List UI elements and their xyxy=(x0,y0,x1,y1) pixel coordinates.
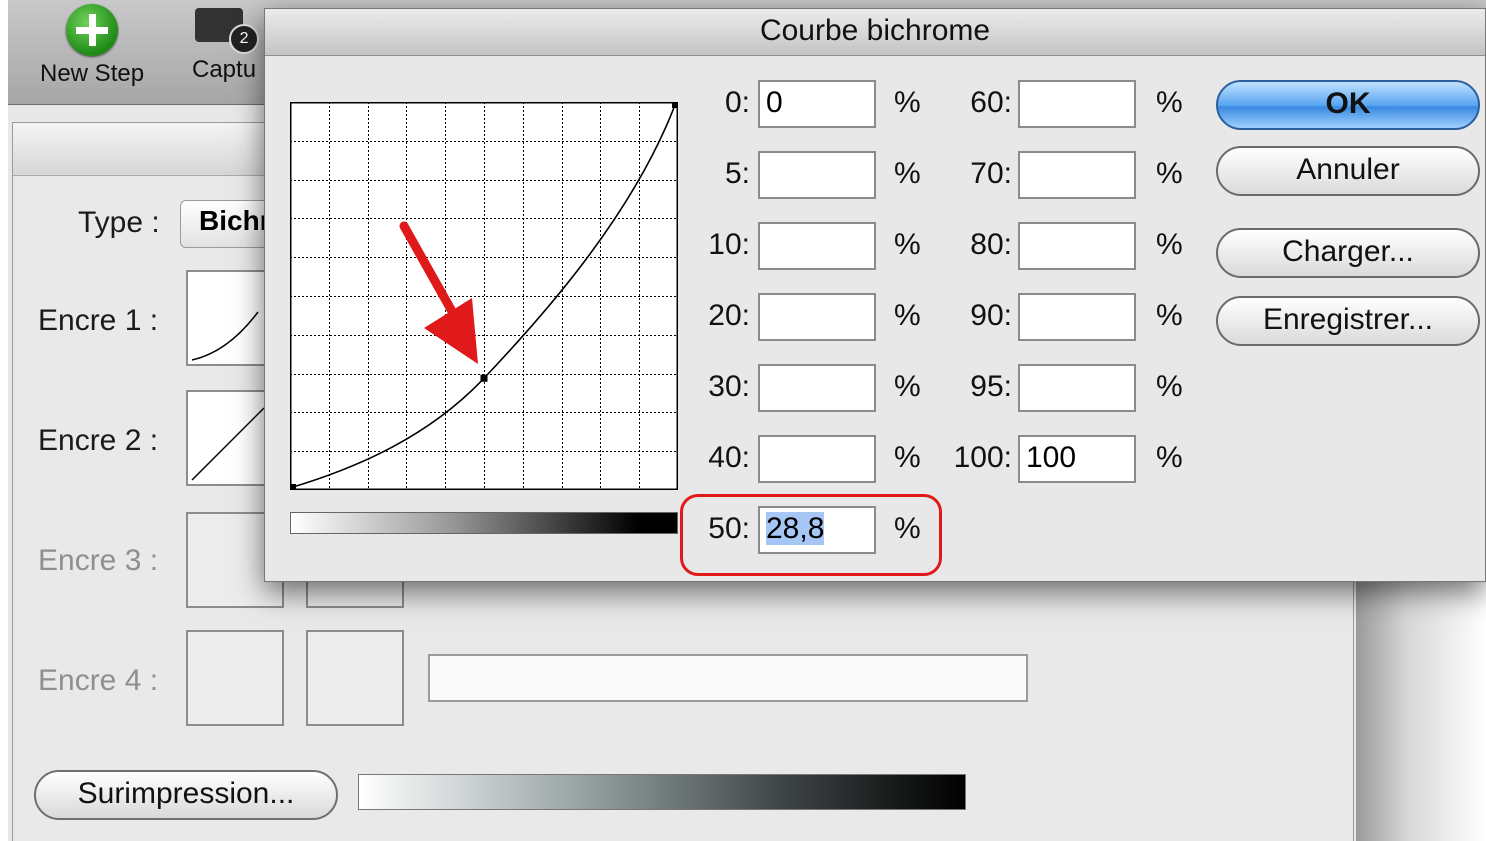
right-label-4: 95: xyxy=(970,370,1012,403)
left-label-1: 5: xyxy=(724,157,750,190)
left-field-5[interactable] xyxy=(758,435,876,483)
right-percent-1: % xyxy=(1156,157,1183,190)
right-percent-4: % xyxy=(1156,370,1183,403)
right-label-0: 60: xyxy=(970,86,1012,119)
curve-start-point[interactable] xyxy=(290,484,296,490)
left-label-3: 20: xyxy=(708,299,750,332)
ok-button[interactable]: OK xyxy=(1216,80,1480,130)
right-label-1: 70: xyxy=(970,157,1012,190)
left-label-4: 30: xyxy=(708,370,750,403)
left-percent-2: % xyxy=(894,228,921,261)
ink-4-color-box[interactable] xyxy=(306,630,404,726)
cancel-button[interactable]: Annuler xyxy=(1216,146,1480,196)
highlight-annotation xyxy=(680,494,942,576)
ink-1-label: Encre 1 : xyxy=(38,304,159,337)
overprint-button[interactable]: Surimpression... xyxy=(34,770,338,820)
load-button[interactable]: Charger... xyxy=(1216,228,1480,278)
right-label-3: 90: xyxy=(970,299,1012,332)
ink-2-label: Encre 2 : xyxy=(38,424,159,457)
left-label-2: 10: xyxy=(708,228,750,261)
type-label: Type : xyxy=(78,206,160,239)
left-field-3[interactable] xyxy=(758,293,876,341)
left-field-2[interactable] xyxy=(758,222,876,270)
left-percent-3: % xyxy=(894,299,921,332)
ink-3-label: Encre 3 : xyxy=(38,544,159,577)
curve-graph[interactable] xyxy=(290,102,678,490)
new-step-label: New Step xyxy=(40,60,145,87)
right-percent-5: % xyxy=(1156,441,1183,474)
left-percent-1: % xyxy=(894,157,921,190)
right-percent-3: % xyxy=(1156,299,1183,332)
tone-gradient-bar xyxy=(290,512,678,534)
right-field-1[interactable] xyxy=(1018,151,1136,199)
ink-4-name-field[interactable] xyxy=(428,654,1028,702)
left-label-0: 0: xyxy=(724,86,750,119)
right-field-2[interactable] xyxy=(1018,222,1136,270)
right-label-2: 80: xyxy=(970,228,1012,261)
add-icon xyxy=(66,4,119,56)
new-step-button[interactable]: New Step xyxy=(40,4,144,88)
right-percent-2: % xyxy=(1156,228,1183,261)
right-percent-0: % xyxy=(1156,86,1183,119)
ink-4-label: Encre 4 : xyxy=(38,664,159,697)
right-field-3[interactable] xyxy=(1018,293,1136,341)
right-label-5: 100: xyxy=(953,441,1012,474)
left-percent-5: % xyxy=(894,441,921,474)
capture-button[interactable]: 2 Captu xyxy=(192,4,260,84)
capture-label: Captu xyxy=(192,56,257,83)
right-field-0[interactable] xyxy=(1018,80,1136,128)
save-button[interactable]: Enregistrer... xyxy=(1216,296,1480,346)
camera-icon: 2 xyxy=(195,4,260,54)
curve-midpoint[interactable] xyxy=(480,374,488,382)
left-field-4[interactable] xyxy=(758,364,876,412)
left-label-5: 40: xyxy=(708,441,750,474)
right-field-5[interactable]: 100 xyxy=(1018,435,1136,483)
capture-count-badge: 2 xyxy=(229,24,260,54)
left-percent-4: % xyxy=(894,370,921,403)
ink-4-curve-box[interactable] xyxy=(186,630,284,726)
left-percent-0: % xyxy=(894,86,921,119)
right-field-4[interactable] xyxy=(1018,364,1136,412)
left-field-1[interactable] xyxy=(758,151,876,199)
dialog-title: Courbe bichrome xyxy=(265,9,1485,56)
left-field-0[interactable]: 0 xyxy=(758,80,876,128)
overprint-gradient xyxy=(358,774,966,810)
